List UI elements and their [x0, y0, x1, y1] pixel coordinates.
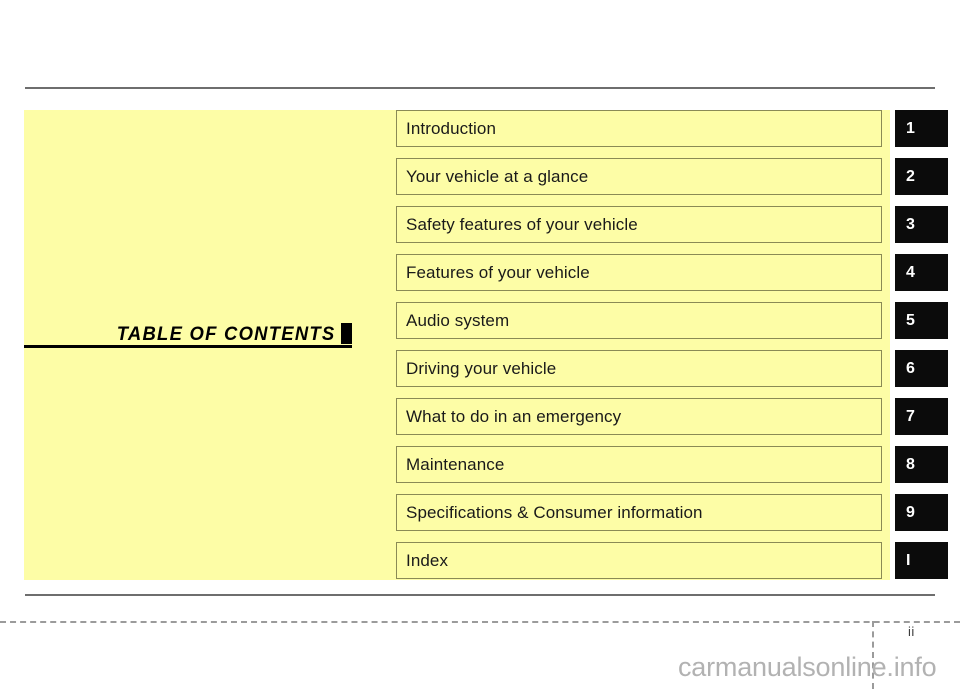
toc-entry-tab[interactable]: 5: [895, 302, 948, 339]
toc-entry: Your vehicle at a glance 2: [396, 158, 948, 195]
toc-entry-tab[interactable]: 9: [895, 494, 948, 531]
toc-entry-label[interactable]: Features of your vehicle: [396, 254, 882, 291]
toc-entry-tab[interactable]: I: [895, 542, 948, 579]
header-rule: [25, 87, 935, 89]
toc-entry: What to do in an emergency 7: [396, 398, 948, 435]
toc-title-block: TABLE OF CONTENTS: [24, 318, 352, 348]
manual-toc-page: TABLE OF CONTENTS Introduction 1 Your ve…: [0, 0, 960, 689]
toc-entry-label[interactable]: Maintenance: [396, 446, 882, 483]
toc-entry-label[interactable]: Audio system: [396, 302, 882, 339]
page-title: TABLE OF CONTENTS: [116, 324, 335, 345]
toc-entry: Features of your vehicle 4: [396, 254, 948, 291]
toc-entry-label[interactable]: Index: [396, 542, 882, 579]
toc-entry-label[interactable]: Specifications & Consumer information: [396, 494, 882, 531]
title-square-marker-icon: [341, 323, 352, 344]
toc-entry-tab[interactable]: 2: [895, 158, 948, 195]
toc-entry-label[interactable]: Introduction: [396, 110, 882, 147]
toc-entry-label[interactable]: What to do in an emergency: [396, 398, 882, 435]
toc-entry-label[interactable]: Safety features of your vehicle: [396, 206, 882, 243]
title-underline: [24, 345, 352, 348]
toc-entry: Safety features of your vehicle 3: [396, 206, 948, 243]
toc-entry: Index I: [396, 542, 948, 579]
toc-entry-tab[interactable]: 7: [895, 398, 948, 435]
toc-entry-tab[interactable]: 1: [895, 110, 948, 147]
toc-entry: Driving your vehicle 6: [396, 350, 948, 387]
toc-entry-tab[interactable]: 8: [895, 446, 948, 483]
toc-entry: Specifications & Consumer information 9: [396, 494, 948, 531]
footer-rule: [25, 594, 935, 596]
toc-title-row: TABLE OF CONTENTS: [24, 323, 352, 344]
toc-entry-label[interactable]: Your vehicle at a glance: [396, 158, 882, 195]
toc-entry: Audio system 5: [396, 302, 948, 339]
watermark: carmanualsonline.info: [678, 652, 937, 682]
toc-entry: Maintenance 8: [396, 446, 948, 483]
toc-list: Introduction 1 Your vehicle at a glance …: [396, 110, 948, 590]
toc-entry-label[interactable]: Driving your vehicle: [396, 350, 882, 387]
toc-entry-tab[interactable]: 6: [895, 350, 948, 387]
toc-entry-tab[interactable]: 3: [895, 206, 948, 243]
toc-entry: Introduction 1: [396, 110, 948, 147]
crop-guide-horizontal: [0, 621, 960, 623]
page-number: ii: [908, 624, 915, 639]
toc-entry-tab[interactable]: 4: [895, 254, 948, 291]
